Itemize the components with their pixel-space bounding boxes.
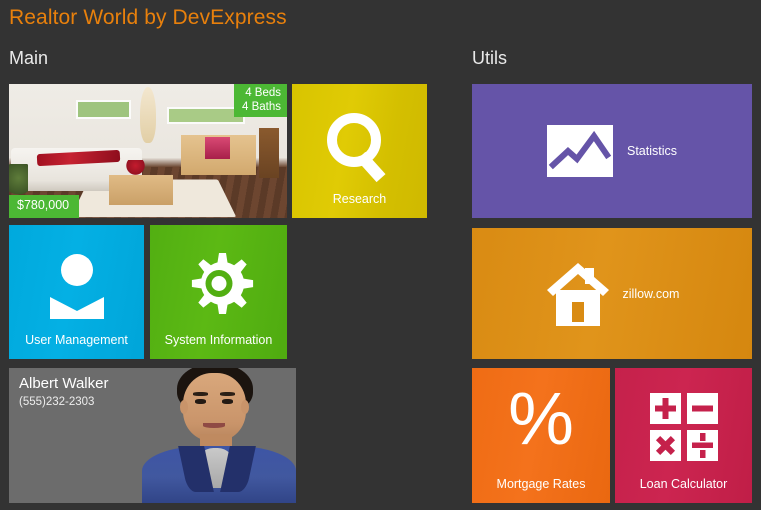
house-icon <box>545 260 613 328</box>
photo-coffee-table <box>109 175 174 205</box>
contact-face <box>183 373 247 441</box>
realtor-world-dashboard: { "app": { "title": "Realtor World by De… <box>0 0 761 510</box>
contact-eye-left <box>194 399 206 404</box>
magnifier-icon <box>292 112 427 184</box>
tile-user-management[interactable]: User Management <box>9 225 144 359</box>
photo-lamp <box>139 86 157 143</box>
photo-cabinet <box>181 134 257 176</box>
photo-plant-left <box>9 164 29 200</box>
contact-eye-right <box>222 399 234 404</box>
tile-statistics[interactable]: Statistics <box>472 84 752 218</box>
percent-icon: % <box>508 377 574 460</box>
property-baths: 4 Baths <box>242 101 281 114</box>
property-price-badge: $780,000 <box>9 195 80 218</box>
photo-window-left <box>75 100 132 119</box>
group-title-main: Main <box>9 48 49 68</box>
chart-icon <box>546 125 613 177</box>
tile-label-zillow: zillow.com <box>622 286 680 301</box>
tile-mortgage-rates[interactable]: % Mortgage Rates <box>472 368 610 503</box>
contact-brow-left <box>193 392 208 396</box>
app-title: Realtor World by DevExpress <box>9 6 287 29</box>
property-beds: 4 Beds <box>245 87 281 99</box>
contact-brow-right <box>220 392 235 396</box>
user-icon <box>9 253 144 319</box>
photo-plant-right <box>259 128 279 178</box>
contact-name: Albert Walker <box>19 375 109 392</box>
contact-phone: (555)232-2303 <box>19 396 95 408</box>
contact-mouth <box>202 423 226 428</box>
tile-property-listing[interactable]: 4 Beds 4 Baths $780,000 <box>9 84 287 218</box>
tile-zillow[interactable]: zillow.com <box>472 228 752 359</box>
tile-loan-calculator[interactable]: Loan Calculator <box>615 368 752 503</box>
tile-label-loan-calculator: Loan Calculator <box>639 477 728 491</box>
group-title-utils: Utils <box>472 48 507 68</box>
photo-flowers <box>122 160 148 177</box>
contact-photo <box>135 368 296 503</box>
tile-label-research: Research <box>332 192 387 206</box>
tile-label-statistics: Statistics <box>626 144 677 158</box>
property-rooms-badge: 4 Beds 4 Baths <box>234 84 287 118</box>
tile-label-user-management: User Management <box>25 333 128 347</box>
tile-label-system-information: System Information <box>164 333 273 347</box>
tile-contact-agent[interactable]: Albert Walker (555)232-2303 <box>9 368 296 503</box>
gear-icon <box>150 249 287 321</box>
tile-system-information[interactable]: System Information <box>150 225 287 359</box>
calculator-icon <box>615 393 752 461</box>
tile-research[interactable]: Research <box>292 84 427 218</box>
tile-label-mortgage-rates: Mortgage Rates <box>496 477 586 491</box>
